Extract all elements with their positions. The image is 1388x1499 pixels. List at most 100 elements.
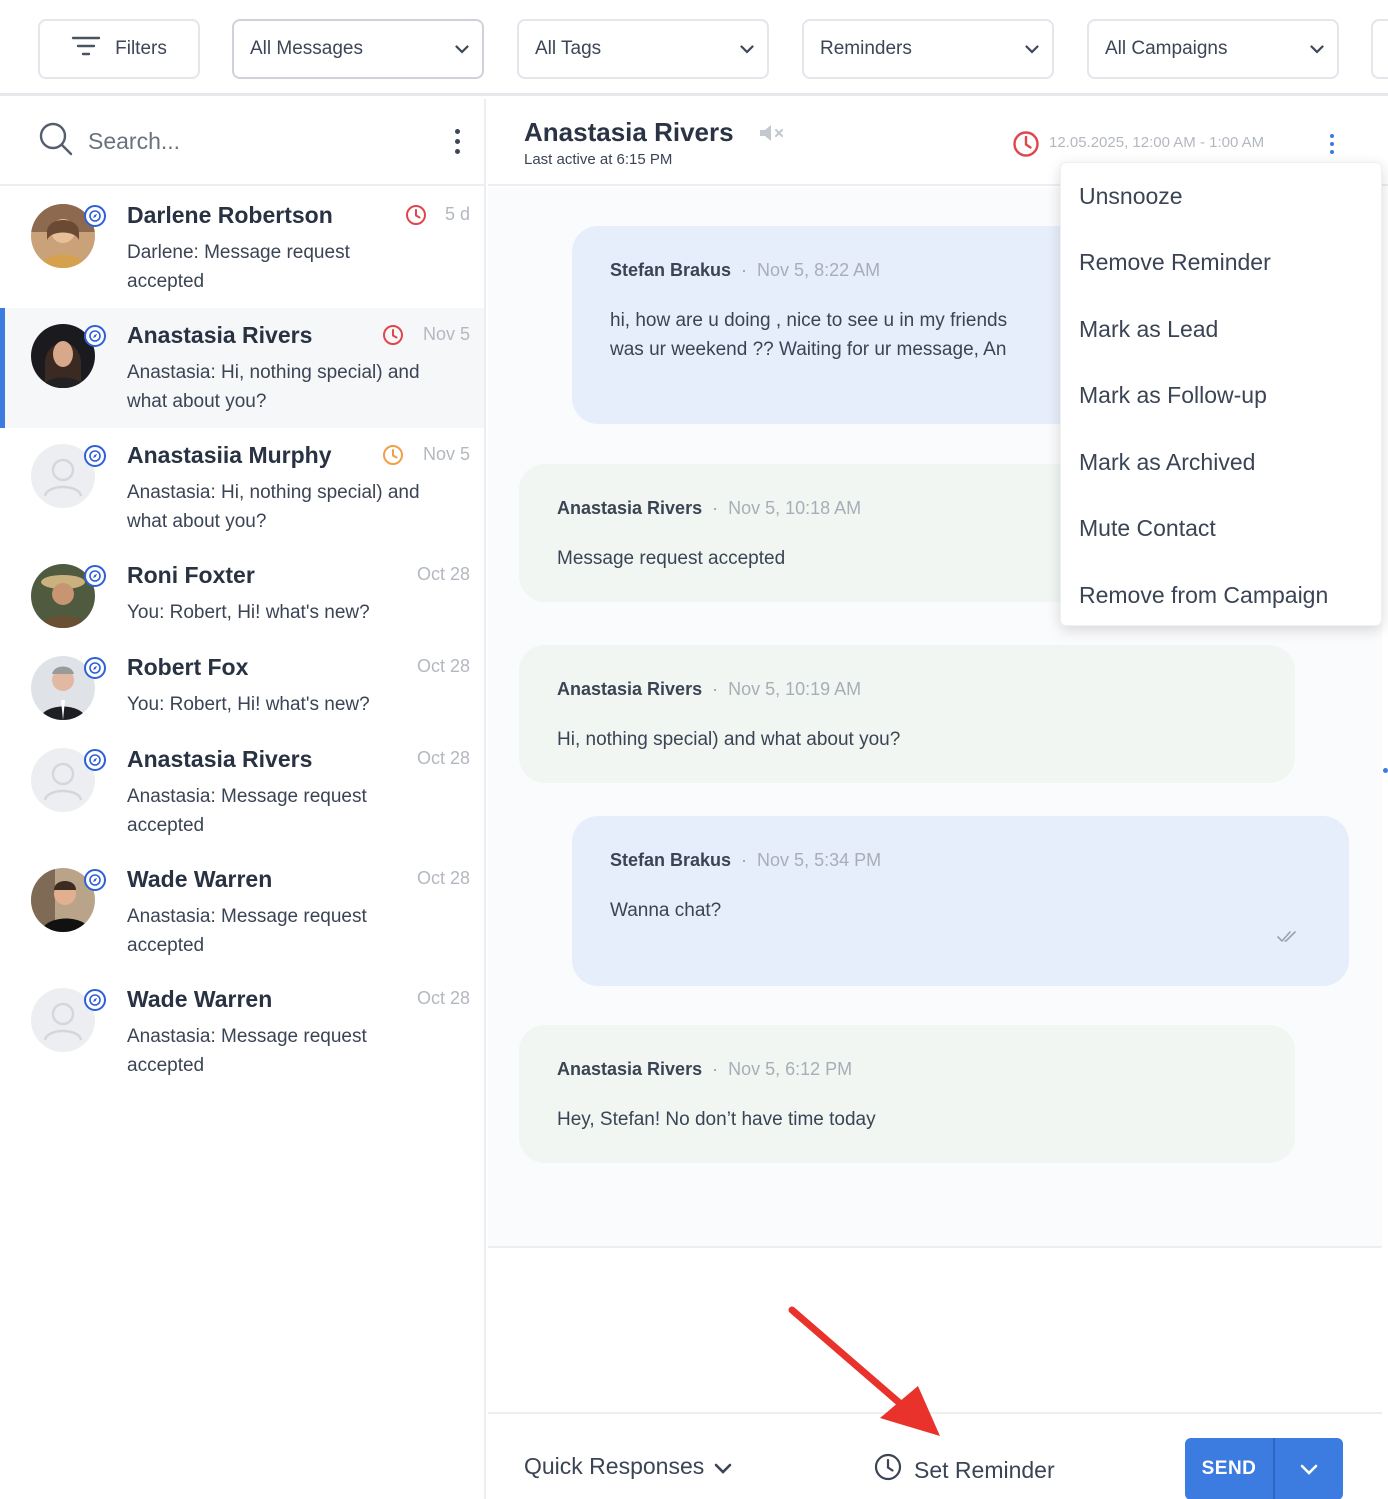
conversation-item[interactable]: Wade Warren Oct 28 Anastasia: Message re…	[0, 972, 484, 1092]
more-options-icon[interactable]	[452, 129, 462, 154]
menu-item-unsnooze[interactable]: Unsnooze	[1079, 183, 1183, 210]
message-sender: Anastasia Rivers	[557, 1059, 703, 1079]
message-text: Hi, nothing special) and what about you?	[557, 729, 901, 750]
send-button-group: SEND	[1185, 1438, 1343, 1499]
chevron-down-icon	[714, 1453, 732, 1480]
filters-button[interactable]: Filters	[38, 19, 200, 79]
conversation-time: Oct 28	[416, 564, 470, 584]
scroll-indicator	[1383, 768, 1388, 773]
menu-item-remove-reminder[interactable]: Remove Reminder	[1079, 249, 1271, 276]
linkedin-link-icon	[84, 205, 106, 227]
message-preview: You: Robert, Hi! what's new?	[127, 694, 370, 715]
menu-item-mute-contact[interactable]: Mute Contact	[1079, 515, 1216, 542]
conversation-time: Oct 28	[416, 988, 470, 1008]
messages-filter-dropdown[interactable]: All Messages	[232, 19, 484, 79]
conversation-item[interactable]: Darlene Robertson 5 d Darlene: Message r…	[0, 188, 484, 308]
mute-icon	[758, 123, 786, 148]
reminder-clock-icon	[405, 204, 427, 231]
conversation-item-active[interactable]: Anastasia Rivers Nov 5 Anastasia: Hi, no…	[0, 308, 484, 428]
chevron-down-icon	[442, 44, 482, 54]
annotation-arrow-icon	[788, 1306, 940, 1436]
message-meta: Anastasia Rivers · Nov 5, 10:18 AM	[557, 498, 861, 519]
linkedin-link-icon	[84, 869, 106, 891]
menu-item-mark-as-lead[interactable]: Mark as Lead	[1079, 316, 1218, 343]
message-preview: You: Robert, Hi! what's new?	[127, 602, 370, 623]
tags-filter-value: All Tags	[535, 38, 602, 59]
chat-contact-name[interactable]: Anastasia Rivers	[524, 117, 734, 148]
contact-name: Anastasia Rivers	[127, 322, 313, 348]
campaigns-filter-dropdown[interactable]: All Campaigns	[1087, 19, 1339, 79]
reminders-filter-value: Reminders	[820, 38, 912, 59]
message-sender: Anastasia Rivers	[557, 679, 703, 699]
message-time: Nov 5, 10:18 AM	[728, 498, 862, 518]
message-text: Wanna chat?	[610, 900, 722, 921]
message-sender: Stefan Brakus	[610, 260, 732, 280]
reminder-clock-icon	[382, 324, 404, 351]
clock-icon	[874, 1453, 902, 1487]
message-meta: Anastasia Rivers · Nov 5, 6:12 PM	[557, 1059, 852, 1080]
message-time: Nov 5, 5:34 PM	[757, 850, 882, 870]
reminder-clock-icon	[382, 444, 404, 471]
message-meta: Stefan Brakus · Nov 5, 8:22 AM	[610, 260, 880, 281]
more-options-icon[interactable]	[1328, 134, 1336, 154]
contact-name: Darlene Robertson	[127, 202, 333, 228]
reminders-filter-dropdown[interactable]: Reminders	[802, 19, 1054, 79]
contact-options-menu: Unsnooze Remove Reminder Mark as Lead Ma…	[1060, 162, 1382, 626]
message-text: hi, how are u doing , nice to see u in m…	[610, 306, 1007, 364]
message-preview: Anastasia: Message request accepted	[127, 786, 367, 836]
quick-responses-dropdown[interactable]: Quick Responses	[524, 1453, 732, 1480]
read-receipt-icon	[1277, 930, 1299, 948]
chevron-down-icon	[727, 44, 767, 54]
contact-name: Anastasiia Murphy	[127, 442, 332, 468]
menu-item-mark-as-archived[interactable]: Mark as Archived	[1079, 449, 1255, 476]
conversation-time: Oct 28	[416, 748, 470, 768]
message-preview: Anastasia: Message request accepted	[127, 1026, 367, 1076]
conversation-item[interactable]: Robert Fox Oct 28 You: Robert, Hi! what'…	[0, 640, 484, 732]
reminder-time: 12.05.2025, 12:00 AM - 1:00 AM	[1049, 134, 1265, 151]
message-bubble-incoming: Anastasia Rivers · Nov 5, 10:19 AM Hi, not…	[519, 645, 1295, 783]
meta-separator: ·	[741, 260, 748, 280]
message-sender: Stefan Brakus	[610, 850, 732, 870]
send-button[interactable]: SEND	[1185, 1438, 1275, 1499]
message-bubble-outgoing: Stefan Brakus · Nov 5, 5:34 PM Wanna chat?	[572, 816, 1349, 986]
chevron-down-icon	[1012, 44, 1052, 54]
set-reminder-label: Set Reminder	[914, 1456, 1055, 1483]
message-time: Nov 5, 10:19 AM	[728, 679, 862, 699]
message-meta: Anastasia Rivers · Nov 5, 10:19 AM	[557, 679, 861, 700]
message-preview: Anastasia: Hi, nothing special) and what…	[127, 482, 420, 532]
conversation-time: Nov 5	[422, 324, 470, 344]
filters-label: Filters	[115, 38, 167, 59]
meta-separator: ·	[712, 679, 719, 699]
linkedin-link-icon	[84, 565, 106, 587]
message-text: Hey, Stefan! No don’t have time today	[557, 1109, 876, 1130]
campaigns-filter-value: All Campaigns	[1105, 38, 1228, 59]
chevron-down-icon	[1297, 44, 1337, 54]
linkedin-link-icon	[84, 445, 106, 467]
conversation-item[interactable]: Anastasiia Murphy Nov 5 Anastasia: Hi, n…	[0, 428, 484, 548]
message-time: Nov 5, 6:12 PM	[728, 1059, 853, 1079]
meta-separator: ·	[712, 498, 719, 518]
contact-name: Wade Warren	[127, 866, 273, 892]
quick-responses-label: Quick Responses	[524, 1453, 705, 1479]
menu-item-remove-from-campaign[interactable]: Remove from Campaign	[1079, 582, 1328, 609]
tags-filter-dropdown[interactable]: All Tags	[517, 19, 769, 79]
messages-filter-value: All Messages	[250, 38, 363, 59]
conversation-item[interactable]: Roni Foxter Oct 28 You: Robert, Hi! what…	[0, 548, 484, 640]
meta-separator: ·	[712, 1059, 719, 1079]
set-reminder-button[interactable]: Set Reminder	[874, 1453, 1055, 1487]
message-sender: Anastasia Rivers	[557, 498, 703, 518]
linkedin-link-icon	[84, 749, 106, 771]
message-preview: Anastasia: Hi, nothing special) and what…	[127, 362, 420, 412]
contact-name: Wade Warren	[127, 986, 273, 1012]
send-options-chevron-icon[interactable]	[1275, 1438, 1343, 1499]
contact-name: Anastasia Rivers	[127, 746, 313, 772]
conversation-item[interactable]: Wade Warren Oct 28 Anastasia: Message re…	[0, 852, 484, 972]
linkedin-link-icon	[84, 657, 106, 679]
menu-item-mark-as-follow-up[interactable]: Mark as Follow-up	[1079, 382, 1267, 409]
search-input[interactable]	[88, 128, 388, 155]
contact-name: Roni Foxter	[127, 562, 255, 588]
conversation-item[interactable]: Anastasia Rivers Oct 28 Anastasia: Messa…	[0, 732, 484, 852]
message-line: hi, how are u doing , nice to see u in m…	[610, 310, 1008, 331]
overflow-filter-dropdown[interactable]	[1371, 19, 1388, 79]
message-bubble-incoming: Anastasia Rivers · Nov 5, 6:12 PM Hey, Ste…	[519, 1025, 1295, 1163]
